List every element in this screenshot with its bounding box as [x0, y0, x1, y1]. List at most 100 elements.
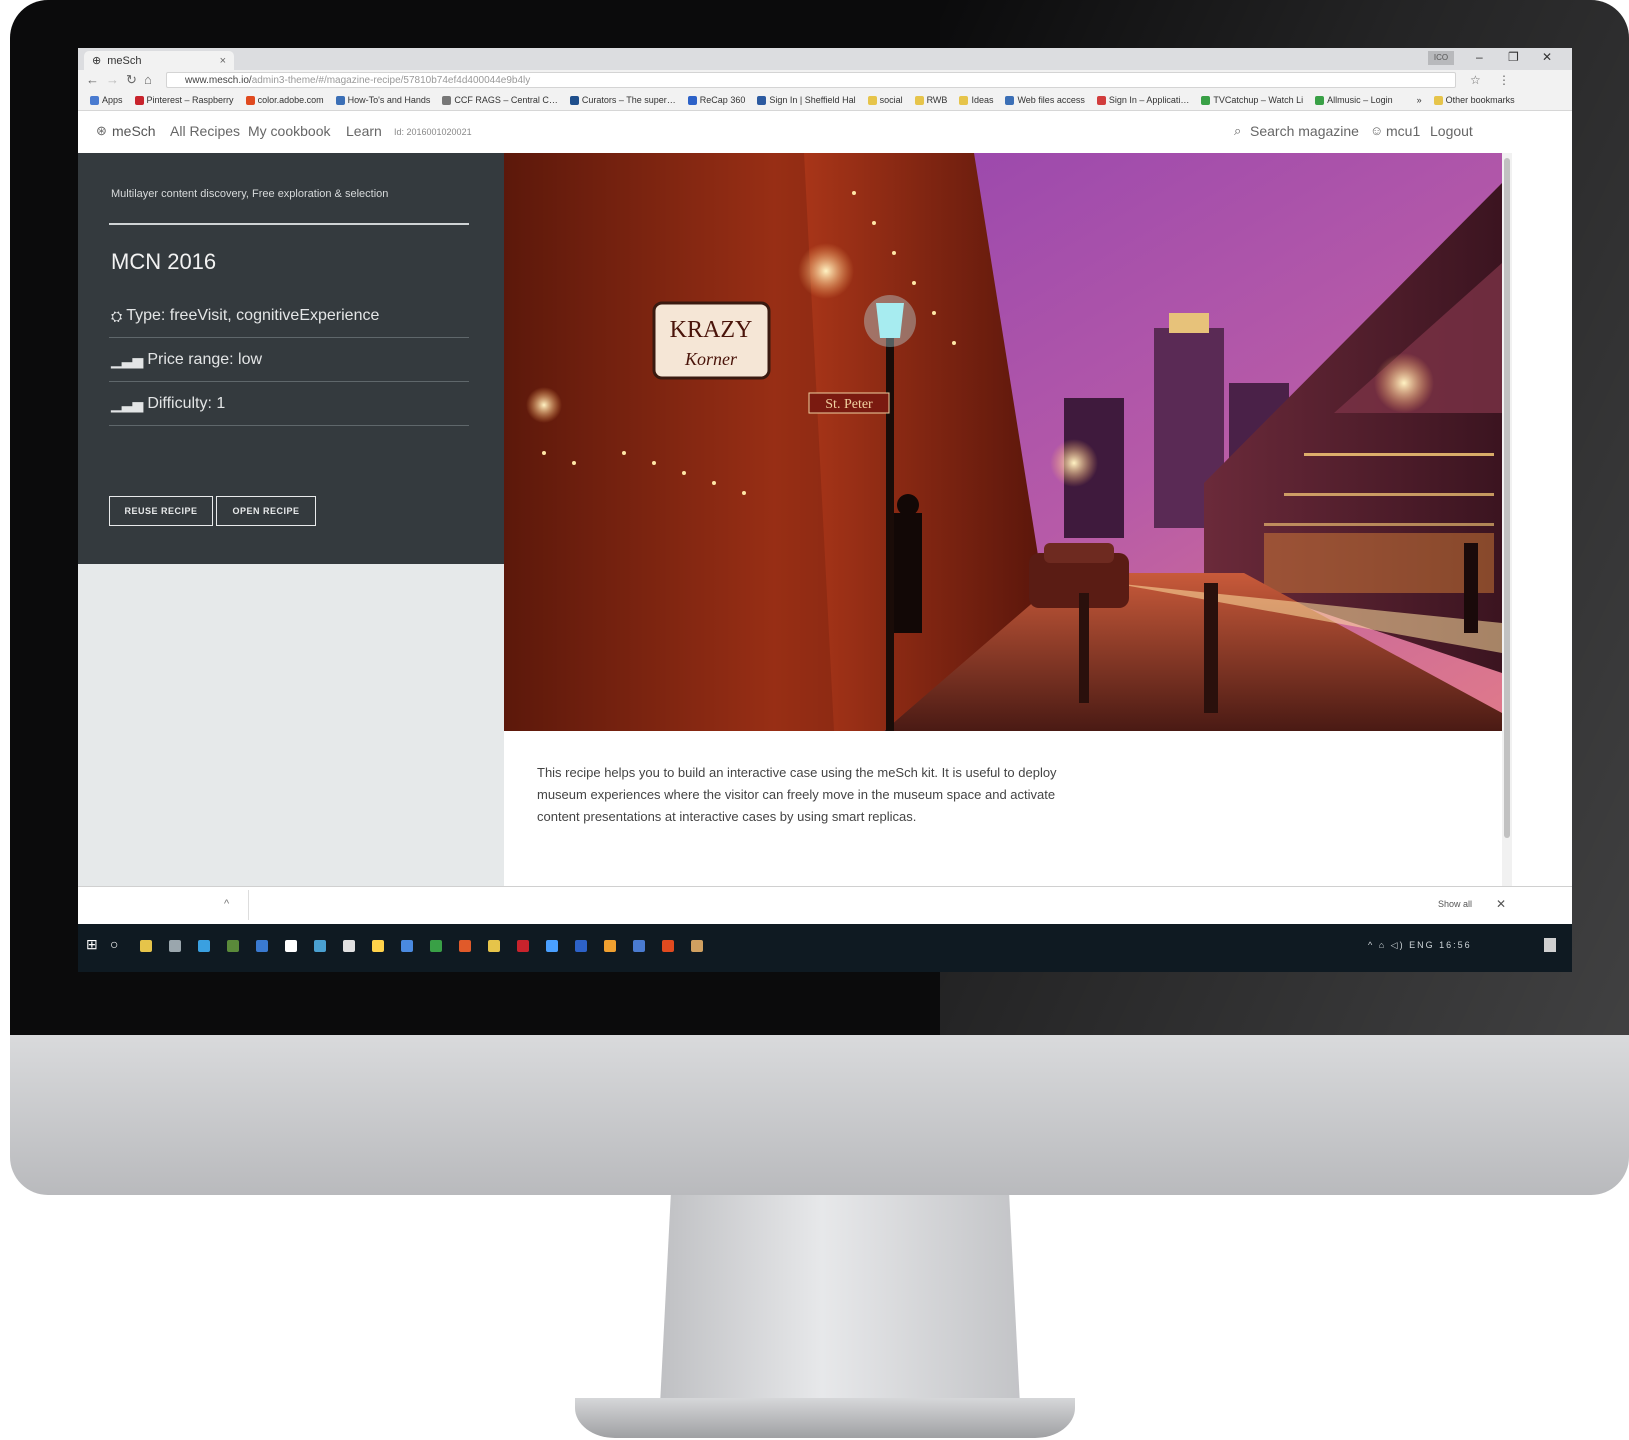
- bookmark-item[interactable]: RWB: [914, 95, 948, 105]
- taskbar-app-icon[interactable]: [633, 940, 645, 952]
- nav-all-recipes[interactable]: All Recipes: [170, 123, 240, 139]
- bookmark-item[interactable]: Sign In – Applicati…: [1096, 95, 1189, 105]
- taskbar-app-icon[interactable]: [169, 940, 181, 952]
- bookmarks-bar: Apps Pinterest – Raspberry color.adobe.com…: [78, 90, 1572, 111]
- bookmark-favicon-icon: [569, 95, 579, 105]
- chevron-up-icon[interactable]: ^: [224, 898, 229, 910]
- taskbar-app-icon[interactable]: [314, 940, 326, 952]
- monitor-chin: [10, 1035, 1629, 1195]
- bookmark-item[interactable]: Ideas: [959, 95, 993, 105]
- bookmark-label: RWB: [926, 95, 948, 105]
- bookmark-label: ReCap 360: [699, 95, 746, 105]
- taskbar-app-icon[interactable]: [401, 940, 413, 952]
- scrollbar-thumb[interactable]: [1504, 158, 1510, 838]
- star-icon[interactable]: ☆: [1470, 70, 1481, 90]
- download-bar: [78, 886, 1572, 925]
- bookmark-item[interactable]: Sign In | Sheffield Hal: [757, 95, 856, 105]
- minimize-icon[interactable]: –: [1476, 50, 1483, 64]
- bookmark-favicon-icon: [1005, 95, 1015, 105]
- open-recipe-button[interactable]: OPEN RECIPE: [216, 496, 316, 526]
- bookmark-item[interactable]: TVCatchup – Watch Li: [1201, 95, 1303, 105]
- back-arrow-icon[interactable]: ←: [86, 70, 99, 90]
- bookmark-item[interactable]: color.adobe.com: [245, 95, 324, 105]
- bookmark-item[interactable]: Allmusic – Login: [1315, 95, 1393, 105]
- divider: [109, 337, 469, 338]
- system-tray[interactable]: ^ ⌂ ◁) ENG 16:56: [1368, 940, 1472, 951]
- taskbar-app-icon[interactable]: [227, 940, 239, 952]
- download-bar-close-icon[interactable]: ✕: [1496, 897, 1506, 911]
- notification-icon[interactable]: [1544, 938, 1556, 952]
- taskbar-app-icon[interactable]: [546, 940, 558, 952]
- bookmark-item[interactable]: Curators – The super…: [569, 95, 676, 105]
- bookmark-favicon-icon: [1201, 95, 1211, 105]
- taskbar-app-icon[interactable]: [662, 940, 674, 952]
- bookmark-item[interactable]: How-To's and Hands: [335, 95, 430, 105]
- taskbar-app-icon[interactable]: [343, 940, 355, 952]
- recipe-difficulty: ▁▃▅ Difficulty: 1: [111, 395, 225, 413]
- taskbar-app-icon[interactable]: [459, 940, 471, 952]
- bookmark-favicon-icon: [1405, 96, 1414, 105]
- bookmark-favicon-icon: [335, 95, 345, 105]
- monitor-stand: [660, 1195, 1020, 1405]
- logout-link[interactable]: Logout: [1430, 123, 1473, 139]
- restore-icon[interactable]: ❐: [1508, 50, 1519, 64]
- tab-close-icon[interactable]: ×: [220, 55, 226, 67]
- browser-tab[interactable]: ⊕ meSch ×: [84, 51, 234, 70]
- reload-icon[interactable]: ↻: [126, 70, 137, 90]
- bookmark-label: Pinterest – Raspberry: [146, 95, 234, 105]
- taskbar-app-icon[interactable]: [430, 940, 442, 952]
- forward-arrow-icon[interactable]: →: [106, 70, 119, 90]
- bookmark-item[interactable]: Apps: [90, 95, 123, 105]
- bookmark-label: Apps: [102, 95, 123, 105]
- signal-bars-icon: ▁▃▅: [111, 351, 144, 368]
- bookmark-item[interactable]: CCF RAGS – Central C…: [442, 95, 558, 105]
- taskbar-app-icon[interactable]: [140, 940, 152, 952]
- taskbar-app-icon[interactable]: [604, 940, 616, 952]
- bookmark-label: TVCatchup – Watch Li: [1213, 95, 1304, 105]
- nav-my-cookbook[interactable]: My cookbook: [248, 123, 330, 139]
- nav-learn[interactable]: Learn: [346, 123, 382, 139]
- taskbar-app-icon[interactable]: [691, 940, 703, 952]
- divider: [109, 425, 469, 426]
- bookmark-item[interactable]: »: [1405, 95, 1422, 105]
- bookmark-item[interactable]: ReCap 360: [687, 95, 746, 105]
- left-panel-empty-area: [78, 564, 504, 886]
- taskbar-app-icon[interactable]: [198, 940, 210, 952]
- taskbar-app-icon[interactable]: [575, 940, 587, 952]
- reuse-recipe-button[interactable]: REUSE RECIPE: [109, 496, 213, 526]
- user-name[interactable]: mcu1: [1386, 123, 1420, 139]
- taskbar-app-icon[interactable]: [372, 940, 384, 952]
- bookmark-favicon-icon: [1433, 95, 1443, 105]
- bookmark-favicon-icon: [959, 95, 969, 105]
- address-bar[interactable]: www.mesch.io/admin3-theme/#/magazine-rec…: [166, 72, 1456, 88]
- windows-start-icon[interactable]: ⊞: [86, 936, 98, 953]
- globe-icon: ⊕: [92, 55, 102, 67]
- menu-dots-icon[interactable]: ⋮: [1498, 70, 1510, 90]
- sign-text-korner: Korner: [684, 349, 738, 369]
- bookmark-label: Ideas: [971, 95, 994, 105]
- bookmark-item[interactable]: social: [867, 95, 903, 105]
- taskbar-app-icon[interactable]: [488, 940, 500, 952]
- bookmark-favicon-icon: [757, 95, 767, 105]
- taskbar-app-icon[interactable]: [517, 940, 529, 952]
- home-icon[interactable]: ⌂: [144, 70, 152, 90]
- screen: ⊕ meSch × ICO – ❐ ✕ ← → ↻ ⌂ www.mesch.io…: [78, 48, 1572, 972]
- bookmark-label: Allmusic – Login: [1327, 95, 1393, 105]
- bookmark-label: Other bookmarks: [1445, 95, 1515, 105]
- recipe-info-panel: Multilayer content discovery, Free explo…: [78, 153, 504, 564]
- window-close-icon[interactable]: ✕: [1542, 50, 1552, 64]
- bookmark-favicon-icon: [245, 95, 255, 105]
- show-all-link[interactable]: Show all: [1438, 899, 1472, 909]
- brand-link[interactable]: meSch: [112, 123, 156, 139]
- taskbar-app-icon[interactable]: [285, 940, 297, 952]
- bookmark-item[interactable]: Web files access: [1005, 95, 1085, 105]
- monitor-stand-base: [575, 1398, 1075, 1438]
- search-magazine-link[interactable]: Search magazine: [1250, 123, 1359, 139]
- recipe-id: Id: 2016001020021: [394, 127, 472, 137]
- bookmark-item[interactable]: Pinterest – Raspberry: [134, 95, 234, 105]
- bookmark-item[interactable]: Other bookmarks: [1433, 95, 1515, 105]
- bookmark-label: color.adobe.com: [257, 95, 324, 105]
- taskbar-app-icon[interactable]: [256, 940, 268, 952]
- search-icon[interactable]: ⌕: [1234, 123, 1241, 139]
- cortana-icon[interactable]: ○: [110, 936, 118, 952]
